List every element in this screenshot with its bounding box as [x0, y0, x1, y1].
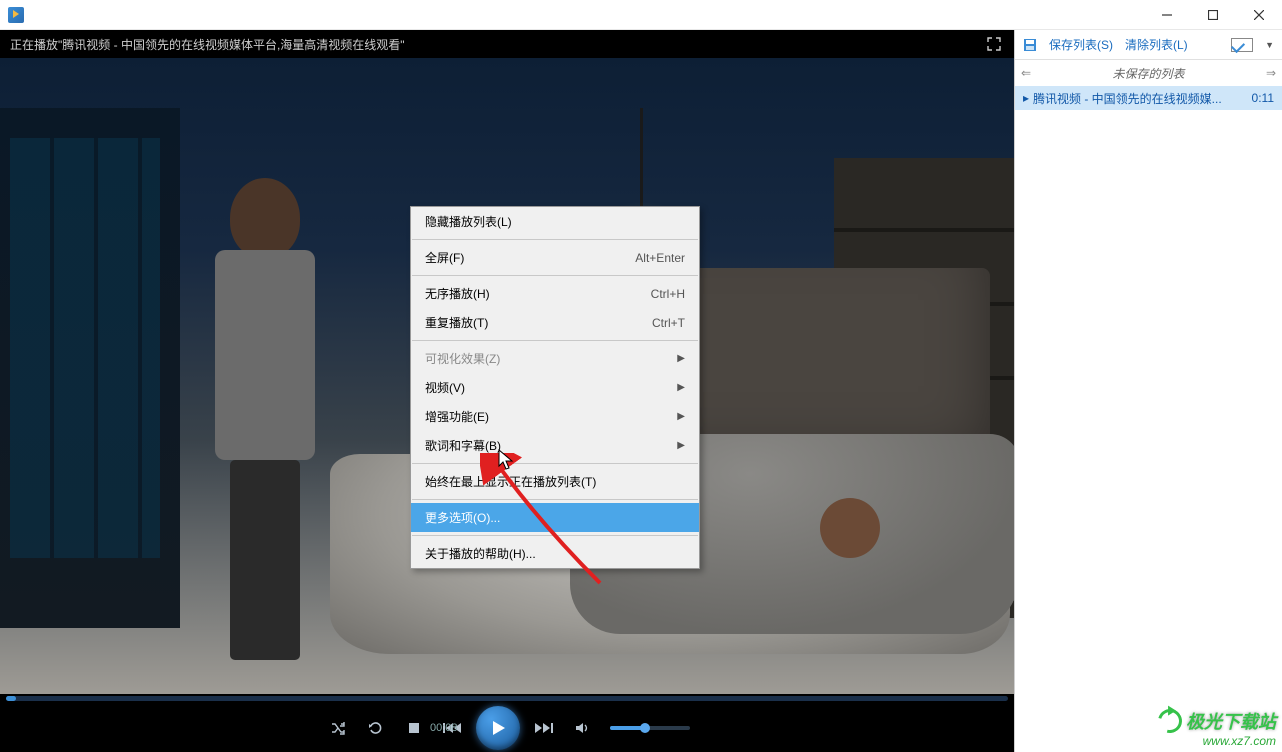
menu-label: 视频(V): [425, 379, 465, 396]
menu-separator: [412, 463, 698, 464]
progress-bar[interactable]: [0, 694, 1014, 704]
now-playing-prefix: 正在播放: [10, 36, 58, 53]
menu-separator: [412, 340, 698, 341]
save-icon: [1023, 38, 1037, 52]
menu-separator: [412, 499, 698, 500]
minimize-button[interactable]: [1144, 0, 1190, 30]
playing-marker-icon: ▸: [1023, 91, 1033, 105]
playlist-item[interactable]: ▸ 腾讯视频 - 中国领先的在线视频媒... 0:11: [1015, 86, 1282, 110]
chevron-right-icon: ▶: [677, 353, 685, 364]
menu-shuffle[interactable]: 无序播放(H) Ctrl+H: [411, 279, 699, 308]
playlist-toolbar: 保存列表(S) 清除列表(L) ▼: [1015, 30, 1282, 60]
save-list-link[interactable]: 保存列表(S): [1049, 36, 1113, 53]
menu-label: 可视化效果(Z): [425, 350, 500, 367]
context-menu: 隐藏播放列表(L) 全屏(F) Alt+Enter 无序播放(H) Ctrl+H…: [410, 206, 700, 569]
playlist-item-name: 腾讯视频 - 中国领先的在线视频媒...: [1033, 90, 1246, 107]
menu-label: 重复播放(T): [425, 314, 488, 331]
menu-label: 增强功能(E): [425, 408, 489, 425]
playlist-pane: 保存列表(S) 清除列表(L) ▼ ⇐ 未保存的列表 ⇒ ▸ 腾讯视频 - 中国…: [1014, 30, 1282, 752]
dropdown-icon[interactable]: ▼: [1265, 40, 1274, 50]
menu-more-options[interactable]: 更多选项(O)...: [411, 503, 699, 532]
play-pause-button[interactable]: [476, 706, 520, 750]
menu-enhancements[interactable]: 增强功能(E) ▶: [411, 402, 699, 431]
menu-shortcut: Alt+Enter: [635, 251, 685, 265]
menu-shortcut: Ctrl+H: [651, 287, 685, 301]
titlebar: [0, 0, 1282, 30]
menu-label: 关于播放的帮助(H)...: [425, 545, 536, 562]
menu-hide-playlist[interactable]: 隐藏播放列表(L): [411, 207, 699, 236]
mute-button[interactable]: [568, 714, 596, 742]
player-pane: 正在播放 "腾讯视频 - 中国领先的在线视频媒体平台,海量高清视频在线观看": [0, 30, 1014, 752]
menu-separator: [412, 239, 698, 240]
menu-label: 更多选项(O)...: [425, 509, 500, 526]
menu-video[interactable]: 视频(V) ▶: [411, 373, 699, 402]
clear-list-link[interactable]: 清除列表(L): [1125, 36, 1188, 53]
chevron-right-icon: ▶: [677, 411, 685, 422]
menu-repeat[interactable]: 重复播放(T) Ctrl+T: [411, 308, 699, 337]
menu-visualizations[interactable]: 可视化效果(Z) ▶: [411, 344, 699, 373]
scene-window: [10, 138, 160, 558]
app-icon: [8, 7, 24, 23]
menu-about-playback-help[interactable]: 关于播放的帮助(H)...: [411, 539, 699, 568]
stop-button[interactable]: [400, 714, 428, 742]
current-time-label: 00:08: [430, 722, 458, 734]
content: 正在播放 "腾讯视频 - 中国领先的在线视频媒体平台,海量高清视频在线观看": [0, 30, 1282, 752]
playlist-item-duration: 0:11: [1252, 91, 1274, 105]
volume-thumb[interactable]: [640, 723, 650, 733]
shuffle-button[interactable]: [324, 714, 352, 742]
scene-person-standing-1: [200, 178, 330, 658]
playlist-toggle-button[interactable]: [1231, 38, 1253, 52]
playback-controls: 00:08: [0, 704, 1014, 752]
menu-separator: [412, 275, 698, 276]
nav-next-button[interactable]: ⇒: [1266, 66, 1276, 80]
volume-fill: [610, 726, 642, 730]
expand-playlist-button[interactable]: [984, 34, 1004, 54]
repeat-button[interactable]: [362, 714, 390, 742]
nav-prev-button[interactable]: ⇐: [1021, 66, 1031, 80]
scene-child: [820, 498, 880, 558]
playlist-title: 未保存的列表: [1031, 65, 1266, 82]
volume-slider[interactable]: [610, 726, 690, 730]
next-button[interactable]: [530, 714, 558, 742]
chevron-right-icon: ▶: [677, 440, 685, 451]
close-button[interactable]: [1236, 0, 1282, 30]
playlist-nav: ⇐ 未保存的列表 ⇒: [1015, 60, 1282, 86]
chevron-right-icon: ▶: [677, 382, 685, 393]
menu-label: 始终在最上显示正在播放列表(T): [425, 473, 596, 490]
menu-lyrics-subtitles[interactable]: 歌词和字幕(B) ▶: [411, 431, 699, 460]
now-playing-bar: 正在播放 "腾讯视频 - 中国领先的在线视频媒体平台,海量高清视频在线观看": [0, 30, 1014, 58]
menu-label: 歌词和字幕(B): [425, 437, 501, 454]
menu-always-on-top[interactable]: 始终在最上显示正在播放列表(T): [411, 467, 699, 496]
menu-label: 隐藏播放列表(L): [425, 213, 512, 230]
menu-shortcut: Ctrl+T: [652, 316, 685, 330]
now-playing-title: "腾讯视频 - 中国领先的在线视频媒体平台,海量高清视频在线观看": [58, 36, 405, 53]
window-controls: [1144, 0, 1282, 30]
menu-label: 无序播放(H): [425, 285, 490, 302]
progress-fill: [6, 696, 16, 701]
menu-fullscreen[interactable]: 全屏(F) Alt+Enter: [411, 243, 699, 272]
menu-separator: [412, 535, 698, 536]
menu-label: 全屏(F): [425, 249, 464, 266]
video-area[interactable]: 隐藏播放列表(L) 全屏(F) Alt+Enter 无序播放(H) Ctrl+H…: [0, 58, 1014, 694]
maximize-button[interactable]: [1190, 0, 1236, 30]
